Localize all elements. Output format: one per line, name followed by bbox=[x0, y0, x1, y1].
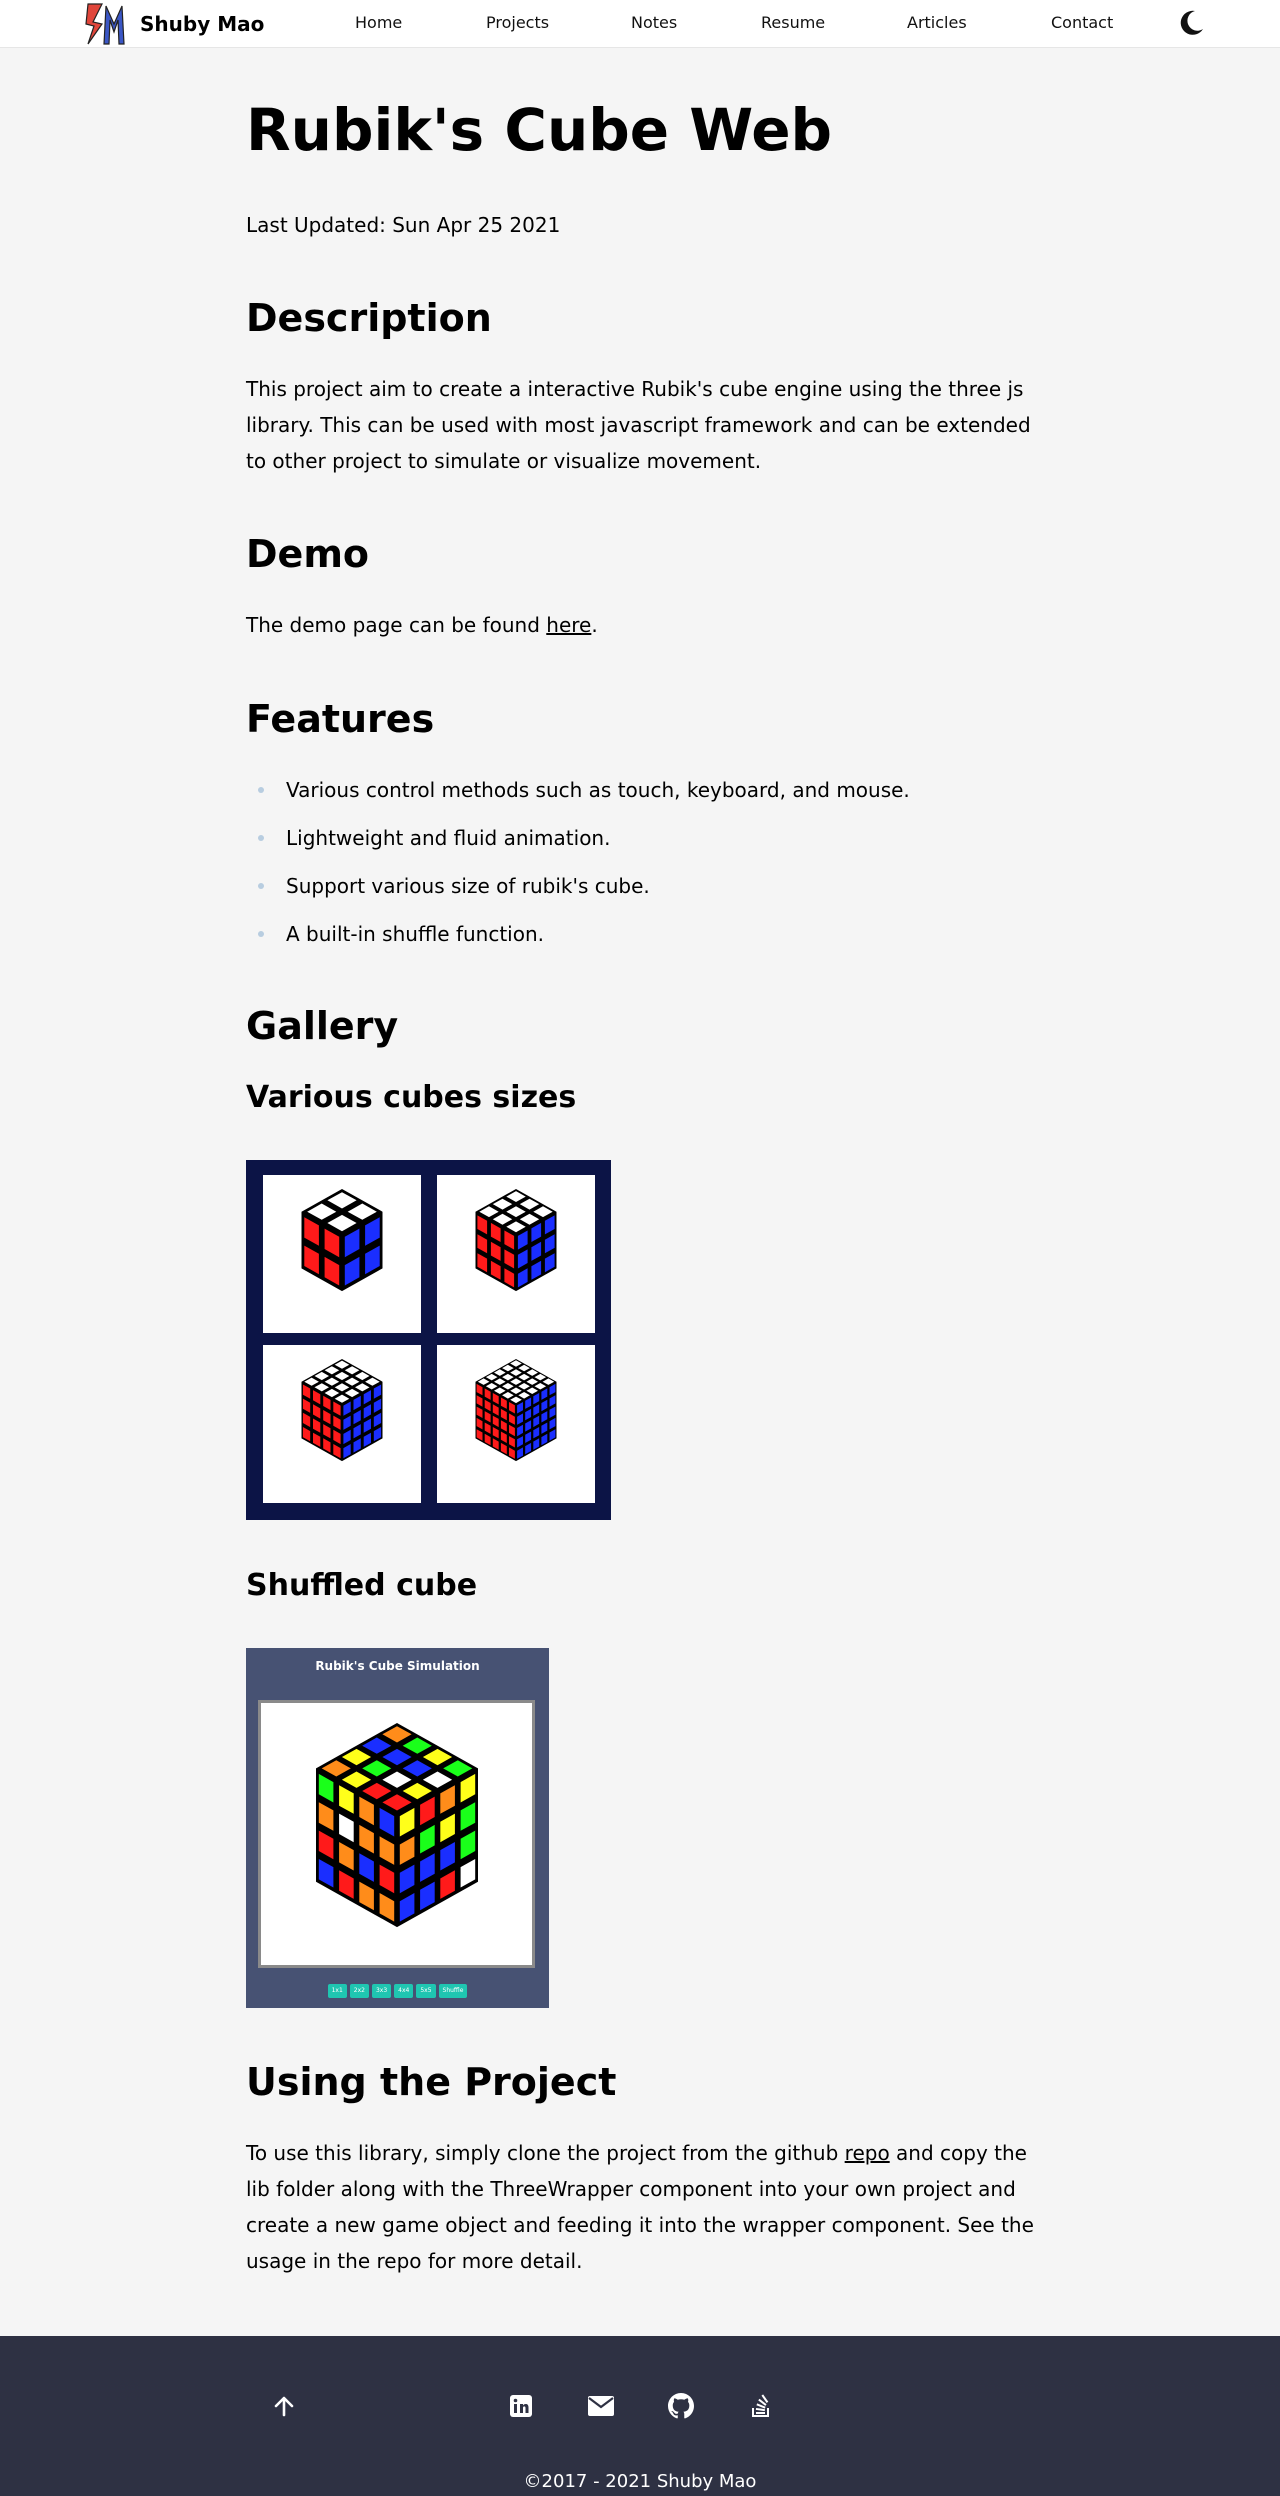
bullet-icon bbox=[258, 931, 264, 937]
list-item: Lightweight and fluid animation. bbox=[246, 820, 910, 868]
brand-name: Shuby Mao bbox=[140, 11, 265, 36]
sim-button-1x1: 1x1 bbox=[327, 1984, 347, 1998]
arrow-up-icon[interactable] bbox=[268, 2390, 300, 2422]
nav-notes[interactable]: Notes bbox=[631, 13, 677, 32]
email-icon[interactable] bbox=[585, 2390, 617, 2422]
feature-text: A built-in shuffle function. bbox=[286, 922, 544, 946]
page-title: Rubik's Cube Web bbox=[246, 96, 833, 164]
brand[interactable]: Shuby Mao bbox=[84, 0, 264, 47]
nav-projects[interactable]: Projects bbox=[486, 13, 549, 32]
feature-text: Various control methods such as touch, k… bbox=[286, 778, 910, 802]
linkedin-icon[interactable] bbox=[505, 2390, 537, 2422]
last-updated: Last Updated: Sun Apr 25 2021 bbox=[246, 213, 561, 237]
brand-logo bbox=[85, 2, 125, 45]
moon-icon[interactable] bbox=[1176, 8, 1206, 38]
feature-text: Lightweight and fluid animation. bbox=[286, 826, 611, 850]
list-item: Various control methods such as touch, k… bbox=[246, 772, 910, 820]
sim-button-4x4: 4x4 bbox=[394, 1984, 414, 1998]
bullet-icon bbox=[258, 787, 264, 793]
description-text: This project aim to create a interactive… bbox=[246, 377, 1031, 473]
cube-sizes-image bbox=[246, 1160, 611, 1520]
list-item: A built-in shuffle function. bbox=[246, 916, 910, 964]
cube-4x4-image bbox=[263, 1345, 421, 1503]
usage-text-before: To use this library, simply clone the pr… bbox=[246, 2141, 845, 2165]
nav-resume[interactable]: Resume bbox=[761, 13, 825, 32]
list-item: Support various size of rubik's cube. bbox=[246, 868, 910, 916]
stackoverflow-icon[interactable] bbox=[745, 2390, 777, 2422]
description-heading: Description bbox=[246, 296, 492, 340]
repo-link[interactable]: repo bbox=[845, 2141, 890, 2165]
demo-heading: Demo bbox=[246, 532, 370, 576]
bullet-icon bbox=[258, 835, 264, 841]
gallery-heading: Gallery bbox=[246, 1004, 399, 1048]
nav-articles[interactable]: Articles bbox=[907, 13, 967, 32]
cube-3x3-image bbox=[437, 1175, 595, 1333]
features-heading: Features bbox=[246, 697, 435, 741]
gallery-subheading-shuffled: Shuffled cube bbox=[246, 1568, 478, 1603]
nav-contact[interactable]: Contact bbox=[1051, 13, 1113, 32]
nav-home[interactable]: Home bbox=[355, 13, 402, 32]
sim-canvas bbox=[258, 1700, 535, 1968]
sim-title: Rubik's Cube Simulation bbox=[315, 1659, 480, 1673]
sim-button-5x5: 5x5 bbox=[416, 1984, 436, 1998]
demo-text-before: The demo page can be found bbox=[246, 613, 547, 637]
github-icon[interactable] bbox=[665, 2390, 697, 2422]
cube-5x5-image bbox=[437, 1345, 595, 1503]
features-list: Various control methods such as touch, k… bbox=[246, 772, 910, 964]
shuffled-cube-image: Rubik's Cube Simulation 1x1 2x2 3x3 4x4 … bbox=[246, 1648, 549, 2008]
top-navbar: Shuby Mao Home Projects Notes Resume Art… bbox=[0, 0, 1280, 48]
sim-button-3x3: 3x3 bbox=[371, 1984, 392, 1998]
usage-text: To use this library, simply clone the pr… bbox=[246, 2135, 1036, 2279]
footer: ©2017 - 2021 Shuby Mao bbox=[0, 2336, 1280, 2496]
bullet-icon bbox=[258, 883, 264, 889]
usage-heading: Using the Project bbox=[246, 2060, 617, 2104]
sim-button-row: 1x1 2x2 3x3 4x4 5x5 Shuffle bbox=[246, 1984, 549, 1998]
cube-2x2-image bbox=[263, 1175, 421, 1333]
gallery-subheading-sizes: Various cubes sizes bbox=[246, 1080, 577, 1115]
demo-link[interactable]: here bbox=[546, 613, 591, 637]
sim-button-shuffle: Shuffle bbox=[438, 1984, 468, 1998]
demo-text-after: . bbox=[591, 613, 598, 637]
demo-text: The demo page can be found here. bbox=[246, 607, 1036, 643]
copyright: ©2017 - 2021 Shuby Mao bbox=[523, 2471, 757, 2492]
feature-text: Support various size of rubik's cube. bbox=[286, 874, 650, 898]
sim-button-2x2: 2x2 bbox=[349, 1984, 369, 1998]
